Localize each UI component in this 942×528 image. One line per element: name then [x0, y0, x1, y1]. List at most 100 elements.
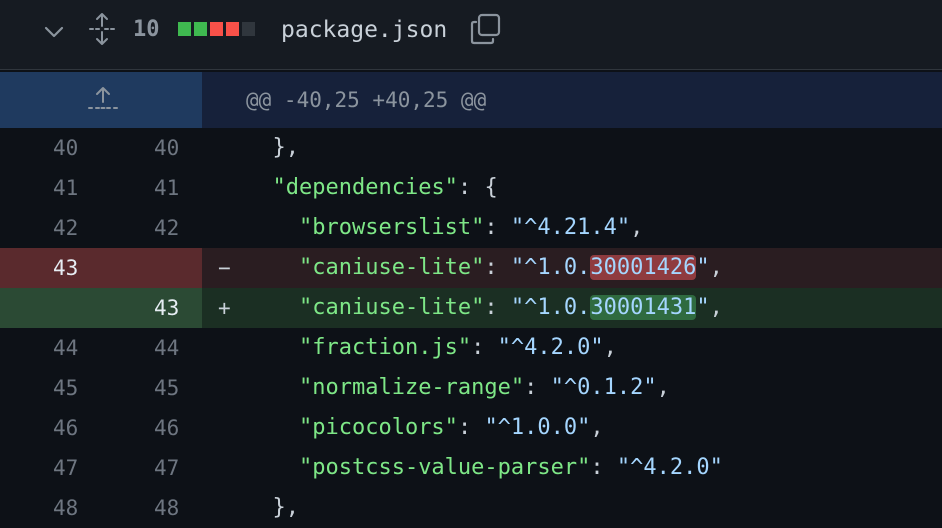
json-value: "^4.2.0": [616, 455, 723, 480]
json-punctuation: ,: [590, 415, 604, 440]
old-line-number[interactable]: 40: [0, 128, 101, 168]
code-content: "browserslist": "^4.21.4",: [246, 208, 643, 248]
new-line-number-text: 40: [154, 136, 180, 160]
new-line-number-text: 43: [154, 296, 180, 320]
json-value: "^0.1.2": [550, 375, 657, 400]
json-value: "^1.0.: [510, 295, 591, 320]
new-line-number[interactable]: 48: [101, 488, 202, 528]
json-key: "fraction.js": [298, 335, 472, 360]
json-punctuation: ,: [709, 255, 723, 280]
expand-all-icon[interactable]: [88, 12, 116, 46]
new-line-number[interactable]: 46: [101, 408, 202, 448]
diff-line-context: 47 47 "postcss-value-parser": "^4.2.0": [0, 448, 942, 488]
json-key: "dependencies": [272, 175, 458, 200]
hunk-header-row: @@ -40,25 +40,25 @@: [0, 72, 942, 128]
json-separator: :: [457, 415, 485, 440]
old-line-number[interactable]: 41: [0, 168, 101, 208]
diffstat-block: [226, 22, 239, 36]
json-separator: :: [484, 295, 511, 320]
json-key: "picocolors": [298, 415, 458, 440]
json-value: "^1.0.0": [484, 415, 591, 440]
old-line-number-text: 47: [53, 456, 79, 480]
changed-text-highlight: 30001431: [590, 295, 697, 320]
json-separator: :: [471, 335, 498, 360]
old-line-number[interactable]: 43: [0, 248, 101, 288]
json-separator: :: [590, 455, 617, 480]
old-line-number-text: 41: [53, 176, 79, 200]
old-line-number[interactable]: 48: [0, 488, 101, 528]
code-content: },: [246, 488, 300, 528]
code-content: "postcss-value-parser": "^4.2.0": [246, 448, 723, 488]
json-key: "browserslist": [298, 215, 485, 240]
new-line-number-text: 47: [154, 456, 180, 480]
new-line-number[interactable]: [101, 248, 202, 288]
json-punctuation: ,: [630, 215, 644, 240]
json-punctuation: ,: [603, 335, 617, 360]
json-value: "^4.21.4": [510, 215, 631, 240]
new-line-number[interactable]: 45: [101, 368, 202, 408]
json-separator: :: [484, 255, 511, 280]
old-line-number[interactable]: 47: [0, 448, 101, 488]
file-header: 10 package.json: [0, 0, 942, 70]
json-key: "caniuse-lite": [298, 255, 485, 280]
code-content: "fraction.js": "^4.2.0",: [246, 328, 617, 368]
json-value: "^4.2.0": [497, 335, 604, 360]
diff-line-context: 46 46 "picocolors": "^1.0.0",: [0, 408, 942, 448]
chevron-down-icon[interactable]: [42, 20, 66, 44]
hunk-expand-gutter[interactable]: [0, 72, 202, 128]
code-content: "dependencies": {: [246, 168, 498, 208]
old-line-number-text: 48: [53, 496, 79, 520]
expand-up-icon[interactable]: [86, 84, 120, 114]
old-line-number-text: 44: [53, 336, 79, 360]
diff-line-context: 41 41 "dependencies": {: [0, 168, 942, 208]
old-line-number-text: 45: [53, 376, 79, 400]
new-line-number[interactable]: 44: [101, 328, 202, 368]
json-punctuation: },: [272, 135, 300, 160]
json-value: "^1.0.: [510, 255, 591, 280]
new-line-number[interactable]: 41: [101, 168, 202, 208]
new-line-number-text: 44: [154, 336, 180, 360]
file-name[interactable]: package.json: [281, 15, 447, 45]
new-line-number-text: 45: [154, 376, 180, 400]
diff-line-context: 48 48 },: [0, 488, 942, 528]
json-punctuation: },: [272, 495, 300, 520]
diff-line-added: 43 + "caniuse-lite": "^1.0.30001431",: [0, 288, 942, 328]
old-line-number[interactable]: 42: [0, 208, 101, 248]
new-line-number-text: 48: [154, 496, 180, 520]
old-line-number[interactable]: [0, 288, 101, 328]
json-value-end: ": [696, 255, 710, 280]
json-punctuation: ,: [709, 295, 723, 320]
json-value-end: ": [696, 295, 710, 320]
diffstat-bar: [178, 22, 255, 36]
hunk-header-text: @@ -40,25 +40,25 @@: [246, 88, 487, 112]
old-line-number-text: 40: [53, 136, 79, 160]
diffstat-block: [194, 22, 207, 36]
diff-line-context: 44 44 "fraction.js": "^4.2.0",: [0, 328, 942, 368]
old-line-number-text: 46: [53, 416, 79, 440]
new-line-number[interactable]: 40: [101, 128, 202, 168]
diff-lines: 40 40 }, 41 41 "dependencies": { 42 42 "brows…: [0, 128, 942, 528]
new-line-number[interactable]: 42: [101, 208, 202, 248]
copy-icon[interactable]: [469, 12, 503, 46]
old-line-number[interactable]: 46: [0, 408, 101, 448]
new-line-number[interactable]: 47: [101, 448, 202, 488]
diff-line-context: 40 40 },: [0, 128, 942, 168]
old-line-number[interactable]: 45: [0, 368, 101, 408]
json-key: "postcss-value-parser": [298, 455, 591, 480]
old-line-number[interactable]: 44: [0, 328, 101, 368]
json-key: "caniuse-lite": [298, 295, 485, 320]
code-content: "picocolors": "^1.0.0",: [246, 408, 604, 448]
new-line-number[interactable]: 43: [101, 288, 202, 328]
json-punctuation: ,: [656, 375, 670, 400]
code-content: "caniuse-lite": "^1.0.30001426",: [246, 248, 723, 288]
changes-count: 10: [133, 17, 160, 42]
changed-text-highlight: 30001426: [590, 255, 697, 280]
